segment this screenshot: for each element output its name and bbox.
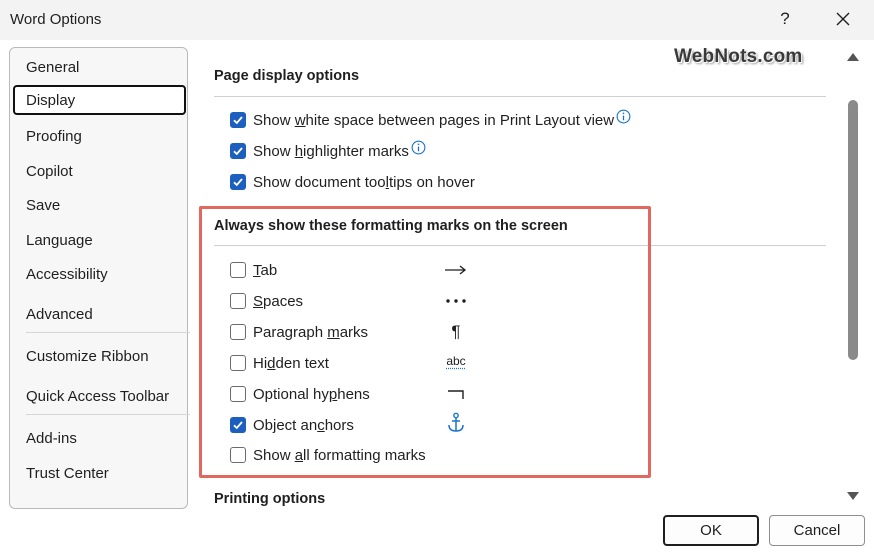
scrollbar-thumb[interactable] [848,100,858,360]
hidden-text-icon: abc [446,354,466,368]
sidebar-item-trust-center[interactable]: Trust Center [13,458,186,488]
option-label: Optional hyphens [253,385,370,403]
sidebar-item-accessibility[interactable]: Accessibility [13,259,186,289]
printing-options-heading: Printing options [214,491,326,507]
option-label: Hidden text [253,354,329,372]
checkmark-icon [233,147,243,156]
option-label: Object anchors [253,416,354,434]
section-divider [214,245,826,246]
sidebar-item-save[interactable]: Save [13,190,186,220]
option-show-all-formatting-marks[interactable]: Show all formatting marks [230,445,426,465]
option-hidden-text[interactable]: Hidden text [230,353,329,373]
option-paragraph-marks[interactable]: Paragraph marks [230,322,368,342]
option-document-tooltips[interactable]: Show document tooltips on hover [230,172,475,192]
pilcrow-icon: ¶ [451,322,461,341]
checkmark-icon [233,178,243,187]
option-spaces[interactable]: Spaces [230,291,303,311]
checkmark-icon [233,421,243,430]
vertical-scrollbar[interactable] [842,47,864,509]
window-title: Word Options [10,11,102,28]
checkbox-document-tooltips[interactable] [230,174,246,190]
checkbox-white-space[interactable] [230,112,246,128]
sidebar-divider [26,332,190,333]
spaces-dots-icon [444,291,468,311]
checkbox-highlighter-marks[interactable] [230,143,246,159]
watermark-logo: WebNots.com [674,46,803,67]
scroll-up-arrow-icon[interactable] [847,53,859,61]
sidebar-item-quick-access-toolbar[interactable]: Quick Access Toolbar [13,381,186,411]
option-label: Spaces [253,292,304,310]
option-label: Show white space between pages in Print … [253,111,615,129]
option-object-anchors[interactable]: Object anchors [230,415,354,435]
checkbox-tab[interactable] [230,262,246,278]
option-optional-hyphens[interactable]: Optional hyphens [230,384,370,404]
ok-button[interactable]: OK [663,515,759,546]
info-icon[interactable] [411,140,426,155]
option-tab[interactable]: Tab [230,260,277,280]
cancel-button[interactable]: Cancel [769,515,865,546]
option-label: Show highlighter marks [253,142,409,160]
option-label: Show document tooltips on hover [253,173,475,191]
close-icon [836,12,850,26]
formatting-marks-heading: Always show these formatting marks on th… [214,218,568,234]
sidebar-item-add-ins[interactable]: Add-ins [13,423,186,453]
tab-arrow-icon [444,260,468,280]
checkbox-optional-hyphens[interactable] [230,386,246,402]
checkbox-paragraph-marks[interactable] [230,324,246,340]
checkmark-icon [233,116,243,125]
sidebar-item-language[interactable]: Language [13,225,186,255]
checkbox-object-anchors[interactable] [230,417,246,433]
optional-hyphen-icon [444,384,468,404]
checkbox-hidden-text[interactable] [230,355,246,371]
option-label: Tab [253,261,278,279]
sidebar-divider [26,414,190,415]
info-icon[interactable] [616,109,631,124]
checkbox-spaces[interactable] [230,293,246,309]
sidebar-item-proofing[interactable]: Proofing [13,121,186,151]
sidebar-item-display[interactable]: Display [13,85,186,115]
title-bar: Word Options ? [0,0,874,40]
scroll-down-arrow-icon[interactable] [847,492,859,500]
option-white-space[interactable]: Show white space between pages in Print … [230,109,631,130]
anchor-icon [444,412,468,433]
section-divider [214,96,826,97]
close-button[interactable] [826,4,860,34]
option-label: Paragraph marks [253,323,369,341]
options-content: Page display options Show white space be… [200,47,840,509]
sidebar-item-general[interactable]: General [13,52,186,82]
options-sidebar: General Display Proofing Copilot Save La… [9,47,190,509]
option-highlighter-marks[interactable]: Show highlighter marks [230,140,426,161]
sidebar-item-advanced[interactable]: Advanced [13,299,186,329]
sidebar-item-customize-ribbon[interactable]: Customize Ribbon [13,341,186,371]
checkbox-show-all-formatting-marks[interactable] [230,447,246,463]
page-display-heading: Page display options [214,68,360,84]
option-label: Show all formatting marks [253,446,426,464]
help-button[interactable]: ? [770,4,800,34]
sidebar-item-copilot[interactable]: Copilot [13,156,186,186]
